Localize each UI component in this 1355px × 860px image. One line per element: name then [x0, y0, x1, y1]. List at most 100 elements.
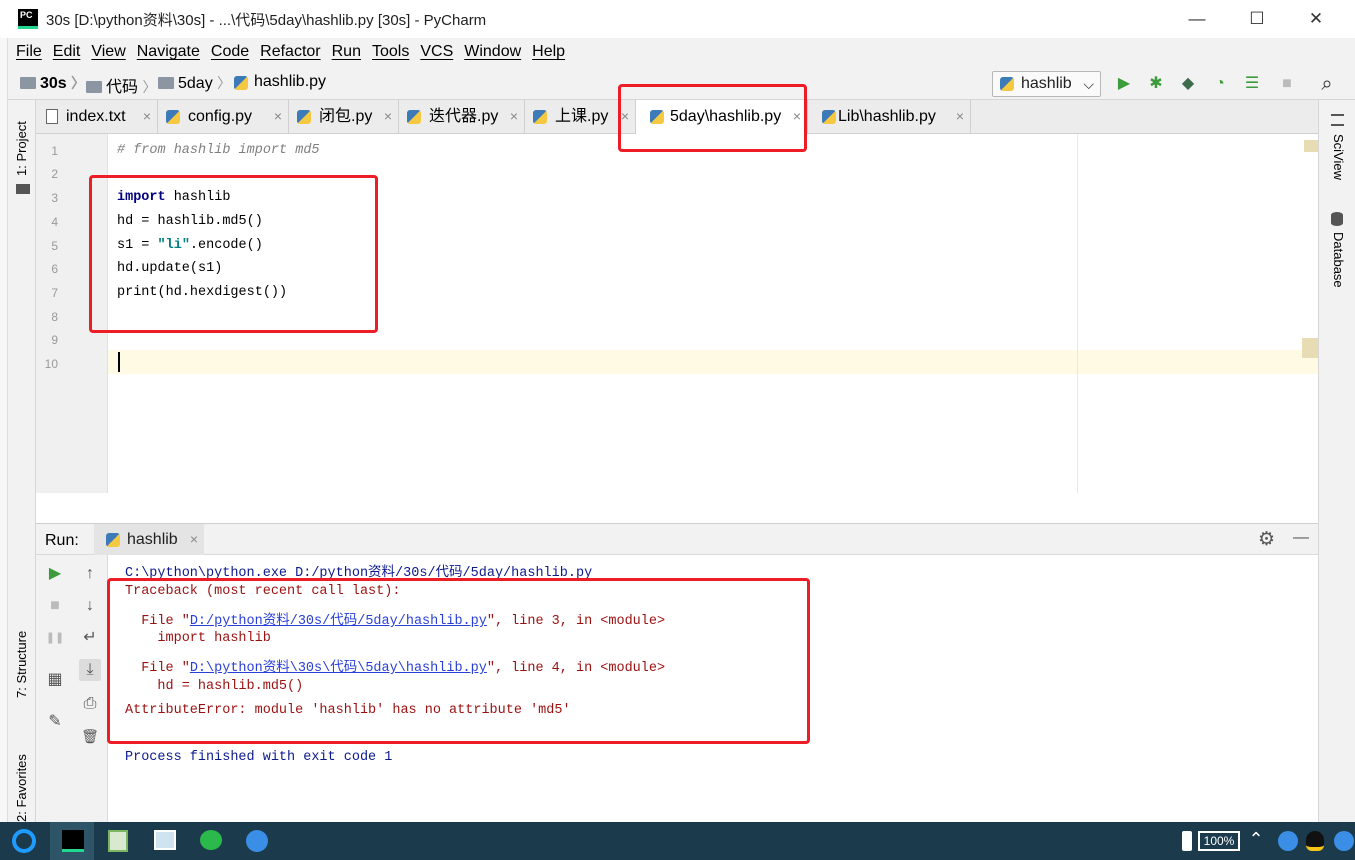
run-tab-close-icon[interactable]: ×	[190, 524, 198, 555]
python-icon	[106, 533, 120, 547]
debug-icon[interactable]: ✱	[1145, 73, 1167, 95]
run-icon[interactable]: ▶	[1113, 73, 1135, 95]
menu-navigate[interactable]: Navigate	[137, 43, 200, 61]
menu-view[interactable]: View	[91, 43, 125, 61]
line-number: 5	[51, 239, 58, 253]
python-file-icon	[166, 110, 180, 124]
line-number: 2	[51, 167, 58, 181]
windows-taskbar: 100% ⌃	[0, 822, 1355, 860]
tab-close-icon[interactable]: ×	[510, 100, 518, 133]
baidu-netdisk-icon[interactable]	[246, 830, 268, 852]
folder-icon	[20, 77, 36, 89]
power-plug-icon	[1182, 831, 1192, 851]
tab-index-txt[interactable]: index.txt ×	[36, 100, 158, 133]
chevron-up-icon[interactable]: ⌃	[1246, 829, 1266, 849]
tray-app-icon[interactable]	[1334, 831, 1354, 851]
scroll-marker[interactable]	[1302, 338, 1318, 358]
inspection-marker[interactable]	[1304, 140, 1318, 152]
database-tool-window-button[interactable]: Database	[1331, 232, 1346, 288]
sciview-icon	[1331, 114, 1344, 126]
current-line-highlight	[108, 350, 1318, 374]
qq-icon[interactable]	[1306, 831, 1324, 851]
tab-close-icon[interactable]: ×	[384, 100, 392, 133]
run-tab-hashlib[interactable]: hashlib ×	[94, 524, 204, 555]
run-toolbar: ▶ ↑ ■ ↓ ❚❚ ↵ ▦ ⤓ ✎ ⎙ 🗑	[36, 555, 108, 822]
scroll-to-end-icon[interactable]: ⤓	[79, 659, 101, 681]
soft-wrap-icon[interactable]: ↵	[79, 627, 101, 649]
photos-icon[interactable]	[154, 830, 176, 850]
chevron-down-icon: ⌵	[1083, 76, 1094, 92]
text-file-icon	[46, 109, 58, 124]
stop-run-icon[interactable]: ■	[44, 595, 66, 617]
tab-close-icon[interactable]: ×	[274, 100, 282, 133]
python-file-icon	[822, 110, 836, 124]
menu-code[interactable]: Code	[211, 43, 249, 61]
python-icon	[1000, 77, 1014, 91]
tray-netdisk-icon[interactable]	[1278, 831, 1298, 851]
hide-panel-icon[interactable]: —	[1293, 529, 1309, 547]
python-file-icon	[297, 110, 311, 124]
search-icon[interactable]: ⌕	[1316, 73, 1338, 95]
python-file-icon	[234, 76, 248, 90]
sciview-tool-window-button[interactable]: SciView	[1331, 134, 1346, 180]
search-icon[interactable]	[12, 829, 36, 853]
tab-iterator-py[interactable]: 迭代器.py ×	[399, 100, 525, 133]
minimize-button[interactable]: —	[1174, 6, 1220, 32]
right-tool-stripe: SciView Database	[1318, 100, 1355, 822]
tab-lib-hashlib-py[interactable]: Lib\hashlib.py ×	[808, 100, 971, 133]
menu-bar: File Edit View Navigate Code Refactor Ru…	[8, 38, 1355, 66]
tab-config-py[interactable]: config.py ×	[158, 100, 289, 133]
profile-icon[interactable]: ◔	[1209, 73, 1231, 95]
wechat-icon[interactable]	[200, 830, 222, 850]
breadcrumb-project[interactable]: 30s 〉	[20, 73, 85, 93]
menu-tools[interactable]: Tools	[372, 43, 409, 61]
pin-tab-icon[interactable]: ✎	[44, 711, 66, 733]
stop-icon[interactable]: ■	[1276, 73, 1298, 95]
chevron-right-icon: 〉	[71, 75, 86, 91]
menu-vcs[interactable]: VCS	[420, 43, 453, 61]
menu-help[interactable]: Help	[532, 43, 565, 61]
menu-refactor[interactable]: Refactor	[260, 43, 320, 61]
project-folder-icon	[16, 184, 30, 194]
tab-close-icon[interactable]: ×	[956, 100, 964, 133]
database-icon	[1331, 212, 1343, 226]
favorites-tool-window-button[interactable]: 2: Favorites	[14, 754, 29, 822]
close-window-button[interactable]: ✕	[1293, 6, 1339, 32]
pause-icon[interactable]: ❚❚	[44, 627, 66, 649]
battery-indicator[interactable]: 100%	[1198, 831, 1240, 851]
annotation-box-traceback	[107, 578, 810, 744]
python-file-icon	[533, 110, 547, 124]
tab-closure-py[interactable]: 闭包.py ×	[289, 100, 399, 133]
menu-window[interactable]: Window	[464, 43, 521, 61]
menu-file[interactable]: File	[16, 43, 42, 61]
code-line-1: # from hashlib import md5	[117, 143, 320, 158]
breadcrumb-folder-5day[interactable]: 5day 〉	[158, 73, 231, 93]
breadcrumb-file[interactable]: hashlib.py	[234, 73, 326, 91]
gear-icon[interactable]: ⚙	[1258, 528, 1275, 551]
structure-tool-window-button[interactable]: 7: Structure	[14, 631, 29, 698]
breadcrumb-folder-code[interactable]: 代码 〉	[86, 73, 156, 97]
window-title: 30s [D:\python资料\30s] - ...\代码\5day\hash…	[46, 12, 487, 29]
left-tool-stripe: 1: Project 7: Structure 2: Favorites	[8, 100, 36, 822]
notepad-icon[interactable]	[108, 830, 128, 852]
up-stack-icon[interactable]: ↑	[79, 563, 101, 585]
menu-edit[interactable]: Edit	[53, 43, 81, 61]
rerun-icon[interactable]: ▶	[44, 563, 66, 585]
concurrency-icon[interactable]: ☰	[1241, 73, 1263, 95]
trash-icon[interactable]: 🗑	[79, 725, 101, 747]
print-icon[interactable]: ⎙	[79, 693, 101, 715]
background-window-edge	[0, 38, 8, 822]
run-configuration-select[interactable]: hashlib ⌵	[992, 71, 1101, 97]
pycharm-logo-icon: PC	[18, 9, 38, 29]
menu-run[interactable]: Run	[332, 43, 361, 61]
layout-icon[interactable]: ▦	[44, 669, 66, 691]
coverage-icon[interactable]: ◆	[1177, 73, 1199, 95]
annotation-box-active-tab	[618, 84, 807, 152]
down-stack-icon[interactable]: ↓	[79, 595, 101, 617]
tab-close-icon[interactable]: ×	[143, 100, 151, 133]
project-tool-window-button[interactable]: 1: Project	[14, 121, 29, 176]
right-margin-guide	[1077, 134, 1078, 493]
maximize-button[interactable]: ☐	[1234, 6, 1280, 32]
line-number: 1	[51, 144, 58, 158]
line-number: 6	[51, 262, 58, 276]
